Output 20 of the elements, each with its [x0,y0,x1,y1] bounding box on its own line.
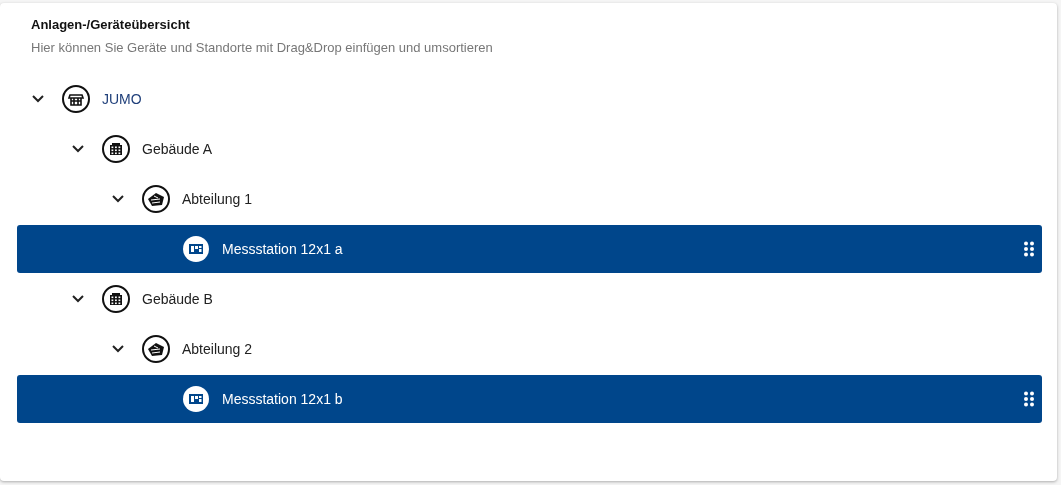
machine-icon [142,335,170,363]
drag-handle-icon[interactable] [1024,391,1034,407]
node-label: Messstation 12x1 b [222,389,343,409]
panel-subtitle: Hier können Sie Geräte und Standorte mit Drag&Drop einfügen und umsortieren [31,38,494,57]
building-icon [102,135,130,163]
machine-icon [142,185,170,213]
storefront-icon [62,85,90,113]
node-label: JUMO [102,89,142,109]
device-icon [182,385,210,413]
panel-title: Anlagen-/Geräteübersicht [31,16,191,34]
drag-handle-icon[interactable] [1024,241,1034,257]
building-icon [102,285,130,313]
node-label: Gebäude B [142,289,213,309]
device-icon [182,235,210,263]
node-label: Gebäude A [142,139,213,159]
node-label: Abteilung 2 [182,339,253,359]
node-label: Abteilung 1 [182,189,253,209]
selected-tree-row[interactable]: Messstation 12x1 a [17,225,1042,273]
node-label: Messstation 12x1 a [222,239,343,259]
selected-tree-row[interactable]: Messstation 12x1 b [17,375,1042,423]
